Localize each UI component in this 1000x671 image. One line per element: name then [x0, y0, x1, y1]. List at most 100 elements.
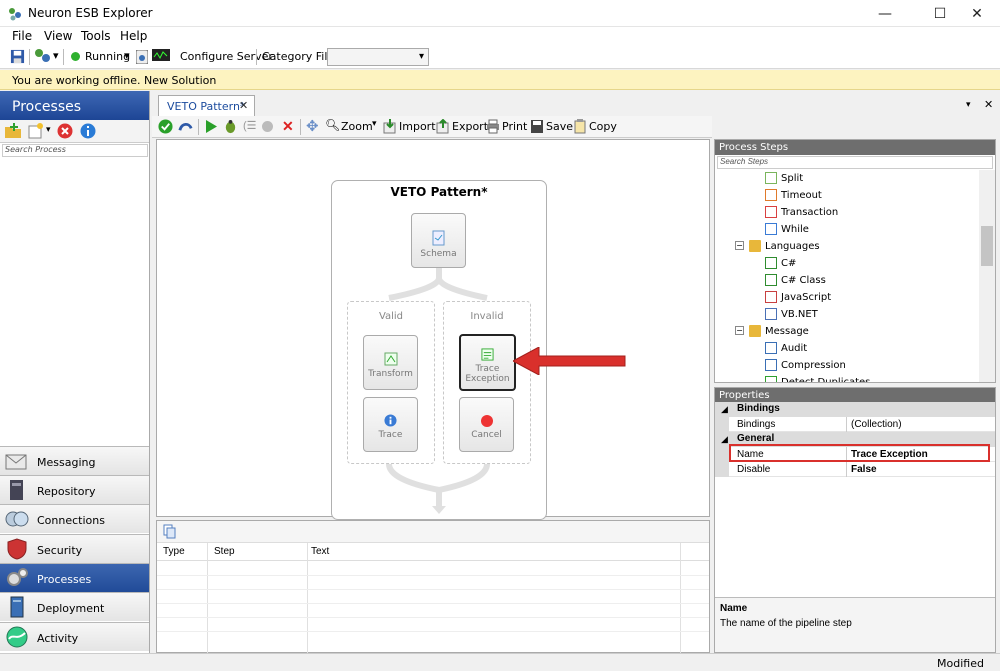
menu-help[interactable]: Help — [120, 29, 147, 43]
transform-step[interactable]: Transform — [363, 335, 418, 390]
column-divider — [307, 543, 308, 655]
configure-server-button[interactable]: Configure Server — [180, 50, 273, 63]
properties-header: Properties — [715, 388, 995, 403]
nav-repository[interactable]: Repository — [0, 475, 149, 504]
row-divider — [157, 575, 709, 576]
step-item[interactable]: Timeout — [715, 189, 979, 205]
chevron-down-icon[interactable]: ▾ — [46, 124, 51, 135]
step-label: JavaScript — [781, 292, 832, 303]
delete-icon[interactable] — [57, 123, 73, 139]
export-icon[interactable] — [436, 119, 450, 134]
save-button[interactable]: Save — [546, 120, 573, 133]
search-process-input[interactable]: Search Process — [2, 144, 148, 157]
save-icon[interactable] — [10, 49, 25, 64]
trace-exception-step[interactable]: Trace Exception — [459, 334, 516, 391]
trace-step[interactable]: Trace — [363, 397, 418, 452]
tab-dropdown-icon[interactable]: ▾ — [966, 99, 971, 110]
chevron-down-icon[interactable]: ▾ — [372, 119, 377, 129]
row-margin — [715, 417, 729, 432]
import-icon[interactable] — [383, 119, 397, 134]
step-item[interactable]: JavaScript — [715, 291, 979, 307]
category-bindings[interactable]: ◢ Bindings — [715, 402, 995, 417]
property-row-bindings[interactable]: Bindings (Collection) — [715, 417, 995, 432]
step-item[interactable]: Transaction — [715, 206, 979, 222]
menu-view[interactable]: View — [44, 29, 72, 43]
processes-header: Processes — [0, 91, 149, 120]
nav-connections[interactable]: Connections — [0, 504, 149, 533]
save-icon[interactable] — [530, 119, 544, 134]
menu-file[interactable]: File — [12, 29, 32, 43]
publish-icon[interactable] — [178, 119, 193, 134]
column-type[interactable]: Type — [163, 546, 185, 557]
zoom-dropdown[interactable]: Zoom — [341, 120, 373, 133]
results-panel: Type Step Text — [156, 520, 710, 655]
chevron-down-icon[interactable]: ▾ — [124, 49, 130, 62]
stop-icon[interactable] — [262, 121, 273, 132]
move-icon[interactable]: ✥ — [306, 117, 319, 135]
category-filter-select[interactable]: ▾ — [327, 48, 429, 66]
step-item[interactable]: VB.NET — [715, 308, 979, 324]
step-item[interactable]: − Message — [715, 325, 979, 341]
nav-activity[interactable]: Activity — [0, 622, 149, 651]
nav-processes[interactable]: Processes — [0, 563, 149, 592]
debug-icon[interactable] — [223, 119, 238, 134]
nav-messaging[interactable]: Messaging — [0, 446, 149, 475]
step-icon[interactable]: (☰ — [243, 119, 257, 132]
validate-icon[interactable] — [158, 119, 173, 134]
highlight-box — [729, 444, 990, 462]
menu-tools[interactable]: Tools — [81, 29, 111, 43]
step-item[interactable]: While — [715, 223, 979, 239]
process-title: VETO Pattern* — [390, 185, 488, 199]
column-step[interactable]: Step — [214, 546, 235, 557]
step-item[interactable]: Detect Duplicates — [715, 376, 979, 382]
step-item[interactable]: Split — [715, 172, 979, 188]
close-button[interactable]: ✕ — [954, 0, 1000, 27]
add-folder-icon[interactable] — [4, 123, 22, 139]
close-tab-icon[interactable]: ✕ — [239, 99, 248, 112]
process-designer-canvas[interactable]: VETO Pattern* Schema Valid Invalid Trans… — [156, 139, 710, 520]
new-process-icon[interactable] — [28, 123, 44, 139]
collapse-icon[interactable]: ◢ — [721, 434, 728, 445]
collapse-icon[interactable]: − — [735, 241, 744, 250]
description-text: The name of the pipeline step — [720, 618, 852, 629]
column-text[interactable]: Text — [311, 546, 329, 557]
step-item[interactable]: Compression — [715, 359, 979, 375]
tab-veto-pattern[interactable]: VETO Pattern* ✕ — [158, 95, 255, 117]
schema-icon — [432, 230, 444, 246]
nav-security[interactable]: Security — [0, 534, 149, 563]
step-item[interactable]: C# Class — [715, 274, 979, 290]
steps-scrollbar[interactable] — [979, 170, 995, 382]
monitor-icon[interactable] — [152, 49, 170, 64]
collapse-icon[interactable]: − — [735, 326, 744, 335]
step-item[interactable]: C# — [715, 257, 979, 273]
separator — [256, 49, 257, 65]
copy-icon[interactable] — [163, 524, 177, 539]
copy-button[interactable]: Copy — [589, 120, 617, 133]
search-steps-input[interactable]: Search Steps — [717, 156, 993, 169]
schema-step[interactable]: Schema — [411, 213, 466, 268]
step-item[interactable]: Audit — [715, 342, 979, 358]
minimize-button[interactable]: — — [862, 0, 908, 27]
running-status-icon — [71, 52, 80, 61]
scrollbar-thumb[interactable] — [981, 226, 993, 266]
chevron-down-icon[interactable]: ▾ — [53, 49, 59, 62]
import-button[interactable]: Import — [399, 120, 436, 133]
info-icon[interactable] — [136, 50, 148, 64]
step-item[interactable]: − Languages — [715, 240, 979, 256]
close-document-icon[interactable]: ✕ — [984, 98, 993, 111]
cancel-icon[interactable]: ✕ — [282, 118, 294, 135]
print-button[interactable]: Print — [502, 120, 527, 133]
copy-icon[interactable] — [573, 119, 587, 134]
nav-deployment[interactable]: Deployment — [0, 592, 149, 621]
run-icon[interactable] — [204, 119, 218, 134]
property-row-disable[interactable]: Disable False — [715, 462, 995, 477]
info-icon[interactable] — [80, 123, 96, 139]
collapse-icon[interactable]: ◢ — [721, 404, 728, 415]
info-icon — [384, 414, 397, 427]
print-icon[interactable] — [486, 119, 500, 134]
zoom-icon[interactable]: 🔍︎ — [325, 118, 340, 132]
window-title: Neuron ESB Explorer — [28, 6, 153, 20]
network-icon[interactable] — [34, 48, 52, 65]
export-button[interactable]: Export — [452, 120, 488, 133]
cancel-step[interactable]: Cancel — [459, 397, 514, 452]
